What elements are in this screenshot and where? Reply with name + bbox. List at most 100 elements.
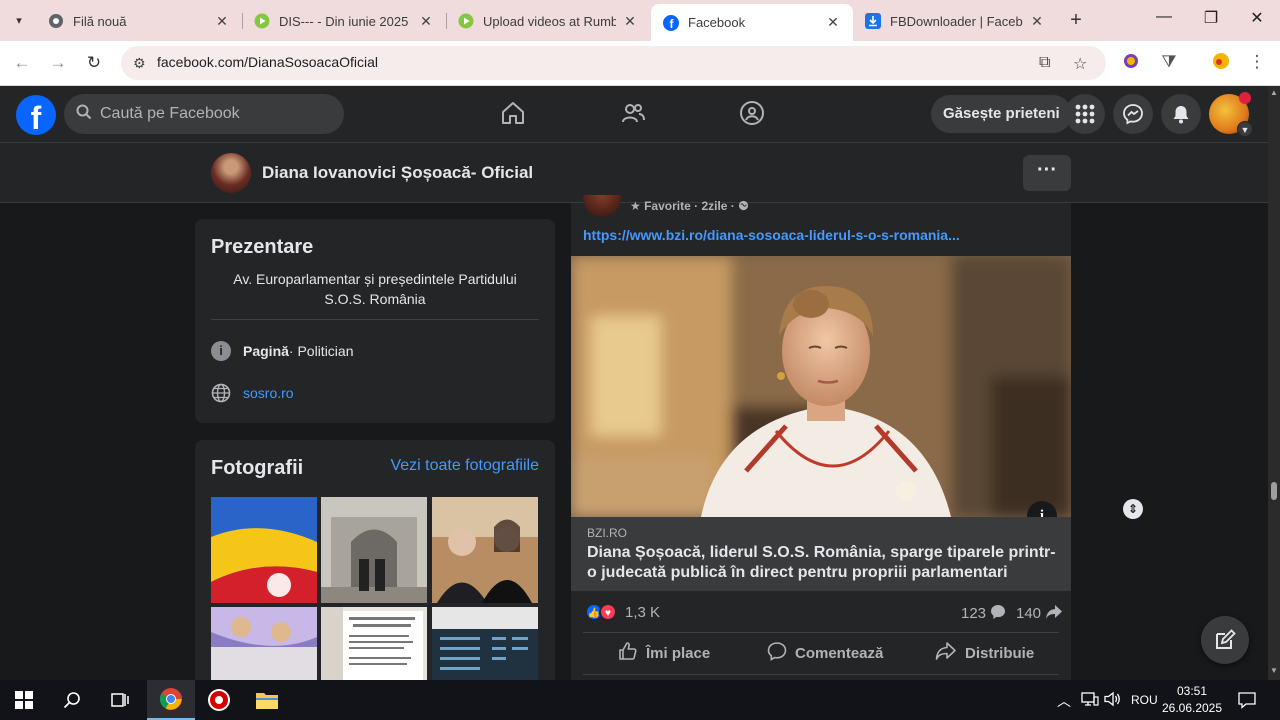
system-clock[interactable]: 03:51 26.06.2025 [1160, 683, 1224, 717]
page-title[interactable]: Diana Iovanovici Șoșoacă- Oficial [262, 163, 533, 183]
clock-date: 26.06.2025 [1161, 701, 1223, 715]
search-icon[interactable] [48, 680, 96, 720]
show-hidden-icons-icon[interactable]: ︿ [1057, 691, 1071, 711]
task-view-icon[interactable] [96, 680, 144, 720]
menu-grid-icon[interactable] [1065, 94, 1105, 134]
back-icon[interactable]: ← [10, 51, 34, 75]
link-title[interactable]: Diana Șoșoacă, liderul S.O.S. România, s… [587, 543, 1057, 583]
profile-avatar-icon[interactable] [1210, 52, 1232, 75]
post-author-avatar[interactable] [583, 195, 621, 217]
reactions-summary[interactable]: 👍 ♥ 1,3 K [585, 603, 660, 621]
forward-icon[interactable]: → [46, 51, 70, 75]
volume-icon[interactable] [1104, 691, 1122, 710]
tab-fbdownloader[interactable]: FBDownloader | Faceboo ✕ [853, 4, 1057, 38]
friends-icon[interactable] [619, 100, 647, 128]
windows-start-icon[interactable] [0, 680, 48, 720]
like-button[interactable]: Îmi place [618, 641, 710, 665]
new-message-button[interactable] [1201, 616, 1249, 664]
facebook-logo[interactable]: f [16, 95, 56, 136]
notifications-bell-icon[interactable] [1161, 94, 1201, 134]
site-info-icon[interactable]: ⚙ [133, 55, 146, 72]
download-icon [865, 13, 881, 29]
link-preview[interactable]: BZI.RO Diana Șoșoacă, liderul S.O.S. Rom… [571, 517, 1071, 591]
messenger-icon[interactable] [1113, 94, 1153, 134]
post-meta: ★ Favorite · 2zile · [630, 199, 749, 213]
address-bar[interactable]: ⚙ facebook.com/DianaSosoacaOficial ⧉ ☆ [121, 46, 1106, 80]
account-avatar[interactable]: ▼ [1209, 92, 1253, 137]
more-options-button[interactable]: ··· [1023, 155, 1071, 191]
minimize-icon[interactable]: — [1141, 8, 1187, 26]
star-icon: ★ [630, 199, 645, 213]
comment-label: Comentează [795, 644, 884, 662]
network-icon[interactable] [1081, 691, 1099, 710]
tab-rumble-dis[interactable]: DIS--- - Din iunie 2025 - ✕ [242, 4, 446, 38]
page-scrollbar[interactable]: ▲ ▼ [1268, 86, 1280, 680]
photo-thumbnail[interactable] [321, 607, 427, 680]
photo-thumbnail[interactable] [211, 607, 317, 680]
website-link[interactable]: sosro.ro [243, 385, 294, 401]
see-all-photos-link[interactable]: Vezi toate fotografiile [390, 457, 539, 475]
info-icon: i [211, 341, 231, 361]
home-icon[interactable] [499, 100, 527, 128]
search-icon [76, 104, 92, 125]
photo-thumbnail[interactable] [432, 497, 538, 603]
photo-thumbnail[interactable] [211, 497, 317, 603]
chevron-down-icon[interactable]: ▼ [1237, 121, 1253, 137]
tab-new-tab[interactable]: Filă nouă ✕ [36, 4, 242, 38]
scrollbar-thumb[interactable] [1271, 482, 1277, 500]
tab-search-dropdown-icon[interactable]: ▾ [6, 7, 32, 33]
website-row: sosro.ro [211, 383, 294, 403]
comment-button[interactable]: Comentează [767, 641, 883, 665]
url-text[interactable]: facebook.com/DianaSosoacaOficial [157, 54, 378, 70]
extensions-icon[interactable]: ⧩ [1158, 52, 1180, 72]
restore-icon[interactable]: ❐ [1188, 8, 1234, 28]
install-app-icon[interactable]: ⧉ [1039, 54, 1050, 72]
globe-icon [738, 199, 749, 213]
browser-toolbar: ← → ↻ ⚙ facebook.com/DianaSosoacaOficial… [0, 41, 1280, 86]
accessibility-icon[interactable]: ⇕ [1123, 499, 1143, 519]
share-icon [935, 641, 957, 666]
link-domain: BZI.RO [587, 526, 628, 540]
groups-icon[interactable] [738, 100, 766, 128]
share-button[interactable]: Distribuie [935, 641, 1034, 665]
tab-close-icon[interactable]: ✕ [214, 13, 230, 30]
globe-icon [211, 383, 231, 403]
tab-rumble-upload[interactable]: Upload videos at Rumble ✕ [446, 4, 650, 38]
screen-recorder-icon[interactable] [195, 680, 243, 720]
new-tab-button[interactable]: + [1066, 9, 1086, 32]
scroll-down-icon[interactable]: ▼ [1270, 666, 1278, 675]
input-language[interactable]: ROU [1131, 693, 1158, 707]
tab-close-icon[interactable]: ✕ [825, 14, 841, 31]
page-avatar[interactable] [211, 153, 251, 193]
tab-close-icon[interactable]: ✕ [622, 13, 638, 30]
tab-facebook[interactable]: f Facebook ✕ [651, 4, 853, 41]
profile-extension-icon[interactable] [1120, 52, 1142, 75]
chrome-taskbar-icon[interactable] [147, 680, 195, 720]
divider [583, 632, 1059, 633]
notifications-icon[interactable] [1238, 691, 1256, 712]
post-link-url[interactable]: https://www.bzi.ro/diana-sosoaca-liderul… [583, 227, 960, 243]
post-link-image[interactable] [571, 256, 1071, 517]
tab-close-icon[interactable]: ✕ [1029, 13, 1045, 30]
intro-card: Prezentare Av. Europarlamentar și președ… [195, 219, 555, 423]
search-placeholder: Caută pe Facebook [100, 105, 240, 122]
intro-bio: Av. Europarlamentar și președintele Part… [233, 271, 517, 307]
close-window-icon[interactable]: ✕ [1234, 8, 1280, 28]
scroll-up-icon[interactable]: ▲ [1270, 88, 1278, 97]
photos-heading: Fotografii [211, 457, 304, 479]
bookmark-star-icon[interactable]: ☆ [1073, 54, 1087, 74]
page-type-label: Pagină [243, 343, 289, 359]
page-header-bar: Diana Iovanovici Șoșoacă- Oficial ··· [0, 143, 1268, 203]
photo-thumbnail[interactable] [321, 497, 427, 603]
facebook-search[interactable]: Caută pe Facebook [64, 94, 344, 134]
windows-taskbar: ︿ ROU 03:51 26.06.2025 [0, 680, 1280, 720]
share-label: Distribuie [965, 644, 1035, 662]
photo-thumbnail[interactable] [432, 607, 538, 680]
reload-icon[interactable]: ↻ [82, 51, 106, 75]
tab-close-icon[interactable]: ✕ [418, 13, 434, 30]
shares-count-group[interactable]: 140 [1016, 604, 1063, 622]
find-friends-button[interactable]: Găsește prieteni [931, 95, 1072, 133]
file-explorer-icon[interactable] [243, 680, 291, 720]
browser-menu-icon[interactable]: ⋮ [1246, 52, 1268, 72]
comments-count-group[interactable]: 123 [961, 604, 1006, 622]
